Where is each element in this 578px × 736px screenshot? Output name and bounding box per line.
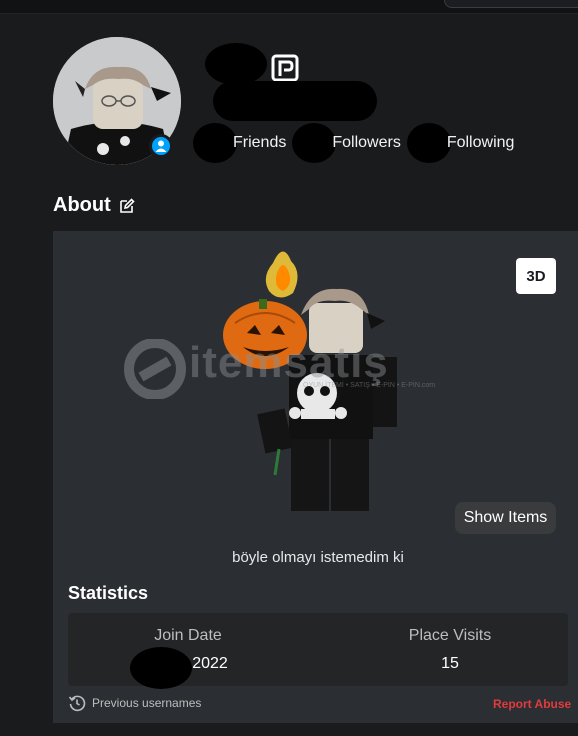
about-title-text: About [53,194,111,216]
top-nav-bar [0,0,578,14]
show-items-button[interactable]: Show Items [455,502,556,534]
join-date-value-wrap: 2022 [88,647,288,689]
report-abuse-link[interactable]: Report Abuse [493,697,571,711]
toggle-3d-button[interactable]: 3D [516,258,556,294]
search-box[interactable] [444,0,578,8]
following-label[interactable]: Following [447,134,515,152]
redacted-friends-count [193,123,237,163]
redacted-display-name [205,43,267,85]
following-stat[interactable]: Following [406,123,515,163]
about-panel: 3D itemsatış OYUN İTEMİ • SATIŞ • E-PİN … [53,231,578,723]
avatar-wrapper[interactable] [53,37,181,165]
statistics-heading: Statistics [68,583,149,603]
redacted-join-date [130,647,192,689]
followers-stat[interactable]: Followers [292,123,401,163]
premium-icon [271,54,299,82]
friends-stat[interactable]: Friends [193,123,286,163]
previous-usernames-link[interactable]: Previous usernames [68,694,201,712]
friends-label[interactable]: Friends [233,134,286,152]
join-date-label: Join Date [154,627,222,644]
watermark-subtext: OYUN İTEMİ • SATIŞ • E-PİN • E-PİN.com [303,382,436,389]
redacted-username [213,81,377,121]
redacted-following-count [406,123,451,163]
history-icon [68,695,86,712]
watermark-text: itemsatış [189,338,389,387]
profile-header: Friends Followers Following [53,37,578,167]
bio-text: böyle olmayı istemedim ki [232,549,404,566]
join-date-stat: Join Date 2022 [88,627,288,689]
join-date-value: 2022 [192,655,228,672]
redacted-followers-count [292,123,337,163]
about-heading: About [53,194,135,217]
online-status-icon [149,134,173,158]
place-visits-stat: Place Visits 15 [350,627,550,673]
followers-label[interactable]: Followers [332,134,400,152]
statistics-box: Join Date 2022 Place Visits 15 [68,613,568,689]
previous-usernames-label[interactable]: Previous usernames [92,696,201,710]
place-visits-value: 15 [441,655,459,672]
edit-icon[interactable] [119,197,135,214]
social-stats-row: Friends Followers Following [193,123,520,163]
place-visits-label: Place Visits [408,627,492,644]
